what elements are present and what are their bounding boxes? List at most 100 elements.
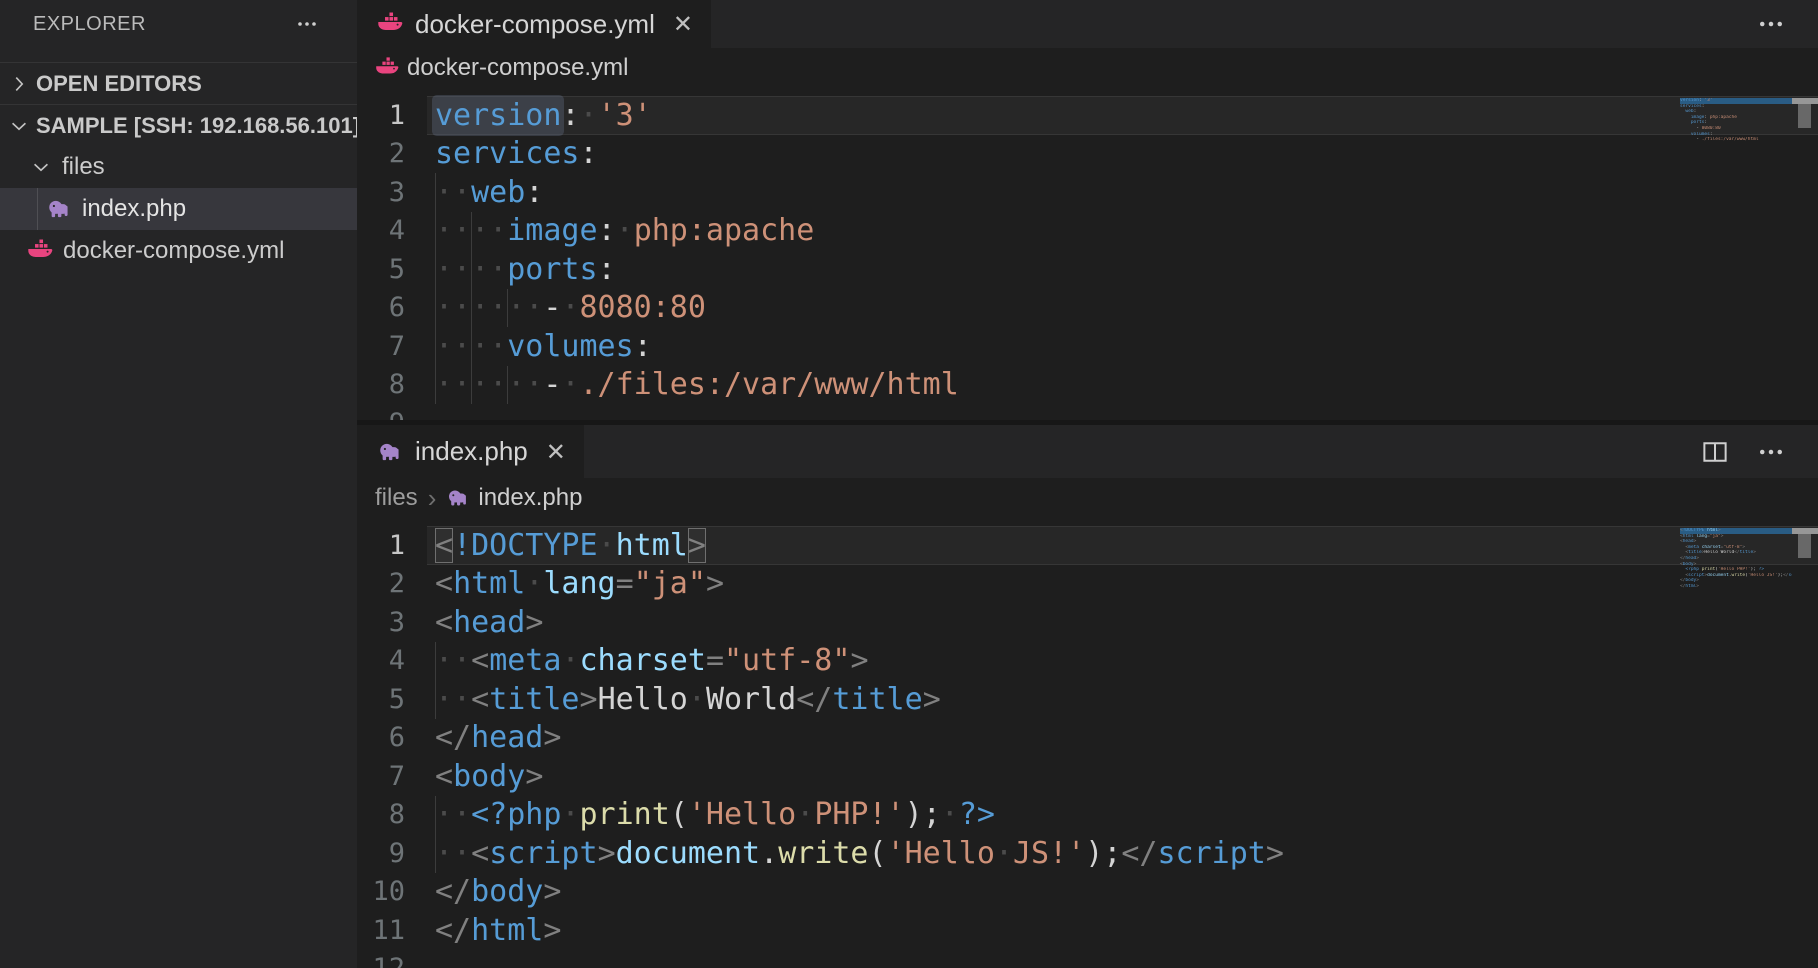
code-token: title — [489, 682, 579, 717]
line-number: 7 — [357, 761, 427, 792]
code-token: write — [778, 836, 868, 871]
code-line-11[interactable]: 11</html> — [357, 911, 1818, 950]
tree-indent-guide — [37, 188, 38, 230]
sidebar-section-sample-ssh-192-168-56-101[interactable]: SAMPLE [SSH: 192.168.56.101] — [0, 104, 357, 146]
breadcrumbs-top[interactable]: docker-compose.yml — [357, 48, 1818, 88]
tab-label: docker-compose.yml — [415, 9, 655, 40]
line-number: 4 — [357, 215, 427, 246]
breadcrumb-item[interactable]: index.php — [446, 484, 582, 512]
code-token: ports — [507, 252, 597, 287]
tab-index-php[interactable]: index.php✕ — [357, 425, 584, 478]
line-content: services: — [427, 135, 1818, 174]
code-area-index-php[interactable]: 1<!DOCTYPE·html>2<html·lang="ja">3<head>… — [357, 518, 1818, 968]
code-line-5[interactable]: 5····ports: — [357, 250, 1818, 289]
line-number: 12 — [357, 953, 427, 968]
scrollbar-thumb[interactable] — [1798, 104, 1811, 128]
more-actions-button[interactable] — [1754, 9, 1788, 39]
tab-docker-compose-yml[interactable]: docker-compose.yml ✕ — [357, 0, 711, 48]
code-line-7[interactable]: 7····volumes: — [357, 327, 1818, 366]
whitespace-dots: ······ — [435, 367, 543, 402]
code-token: ( — [869, 836, 887, 871]
indent-guide — [435, 250, 436, 289]
code-token: 'Hello — [688, 797, 796, 832]
code-token: !DOCTYPE — [453, 528, 598, 563]
whitespace-dots: · — [580, 98, 598, 133]
breadcrumb-item[interactable]: files — [375, 484, 418, 512]
code-line-4[interactable]: 4····image:·php:apache — [357, 212, 1818, 251]
scrollbar-thumb[interactable] — [1798, 534, 1811, 558]
minimap-line — [1680, 590, 1792, 596]
code-line-12[interactable]: 12 — [357, 950, 1818, 968]
php-elephant-icon — [377, 439, 403, 465]
code-line-4[interactable]: 4··<meta·charset="utf-8"> — [357, 642, 1818, 681]
code-line-2[interactable]: 2<html·lang="ja"> — [357, 565, 1818, 604]
code-token: > — [850, 643, 868, 678]
code-token: volumes — [507, 329, 633, 364]
line-content: <head> — [427, 603, 1818, 642]
indent-guide — [435, 289, 436, 328]
code-token: head — [471, 720, 543, 755]
code-line-1[interactable]: 1<!DOCTYPE·html> — [357, 526, 1818, 565]
indent-guide — [507, 366, 508, 405]
sidebar-section-open-editors[interactable]: OPEN EDITORS — [0, 62, 357, 104]
code-line-7[interactable]: 7<body> — [357, 757, 1818, 796]
tree-item-docker-compose-yml[interactable]: docker-compose.yml — [0, 230, 357, 272]
code-line-3[interactable]: 3<head> — [357, 603, 1818, 642]
whitespace-dots: ·· — [435, 682, 471, 717]
code-token: - — [543, 367, 561, 402]
chevron-down-icon[interactable] — [8, 115, 30, 137]
code-token: <?php — [471, 797, 561, 832]
explorer-more-actions-icon[interactable] — [293, 12, 321, 36]
code-line-9[interactable]: 9··<script>document.write('Hello·JS!');<… — [357, 834, 1818, 873]
split-editor-button[interactable] — [1698, 437, 1732, 467]
whitespace-dots: · — [561, 290, 579, 325]
tree-item-label: index.php — [82, 195, 186, 223]
line-content: ······-·8080:80 — [427, 289, 1818, 328]
code-line-2[interactable]: 2services: — [357, 135, 1818, 174]
line-number: 9 — [357, 838, 427, 869]
code-token: > — [598, 836, 616, 871]
tree-item-files[interactable]: files — [0, 146, 357, 188]
tabbar-bottom: index.php✕ — [357, 425, 1818, 478]
code-area-docker-compose[interactable]: 1version:·'3'2services:3··web:4····image… — [357, 88, 1818, 422]
code-line-10[interactable]: 10</body> — [357, 873, 1818, 912]
breadcrumbs-bottom[interactable]: files›index.php — [357, 478, 1818, 518]
split-editor-icon — [1698, 437, 1732, 467]
code-token: ) — [1085, 836, 1103, 871]
line-number: 3 — [357, 607, 427, 638]
line-number: 7 — [357, 331, 427, 362]
editor-group-top: docker-compose.yml ✕ docker-compose.yml 1… — [357, 0, 1818, 422]
code-line-5[interactable]: 5··<title>Hello·World</title> — [357, 680, 1818, 719]
tab-close-icon[interactable]: ✕ — [673, 10, 693, 38]
whitespace-dots: · — [525, 566, 543, 601]
code-token: </ — [435, 874, 471, 909]
code-token: > — [688, 528, 706, 563]
code-token: ./files:/var/www/html — [580, 367, 959, 402]
minimap[interactable]: <!DOCTYPE html><html lang="ja"><head> <m… — [1680, 528, 1792, 595]
code-line-6[interactable]: 6······-·8080:80 — [357, 289, 1818, 328]
code-token: JS!' — [1013, 836, 1085, 871]
code-line-6[interactable]: 6</head> — [357, 719, 1818, 758]
more-actions-button[interactable] — [1754, 437, 1788, 467]
chevron-right-icon — [8, 73, 30, 95]
tabbar-top: docker-compose.yml ✕ — [357, 0, 1818, 48]
code-token: version — [435, 98, 561, 133]
code-line-8[interactable]: 8··<?php·print('Hello·PHP!');·?> — [357, 796, 1818, 835]
code-token: </ — [796, 682, 832, 717]
breadcrumb-item[interactable]: docker-compose.yml — [375, 54, 628, 82]
tree-item-index-php[interactable]: index.php — [0, 188, 357, 230]
line-number: 5 — [357, 684, 427, 715]
code-line-1[interactable]: 1version:·'3' — [357, 96, 1818, 135]
code-line-8[interactable]: 8······-·./files:/var/www/html — [357, 366, 1818, 405]
chevron-down-icon — [30, 156, 52, 178]
code-token: web — [471, 175, 525, 210]
line-content: <body> — [427, 757, 1818, 796]
tab-close-icon[interactable]: ✕ — [546, 438, 566, 466]
minimap[interactable]: version: '3'services: web: image: php:ap… — [1680, 98, 1792, 148]
explorer-title: EXPLORER — [33, 13, 146, 36]
editor-group-bottom: index.php✕ files›index.php 1<!DOCTYPE·ht… — [357, 425, 1818, 968]
line-content: ··web: — [427, 173, 1818, 212]
code-line-3[interactable]: 3··web: — [357, 173, 1818, 212]
section-label: OPEN EDITORS — [36, 71, 202, 97]
chevron-right-icon[interactable] — [8, 73, 30, 95]
